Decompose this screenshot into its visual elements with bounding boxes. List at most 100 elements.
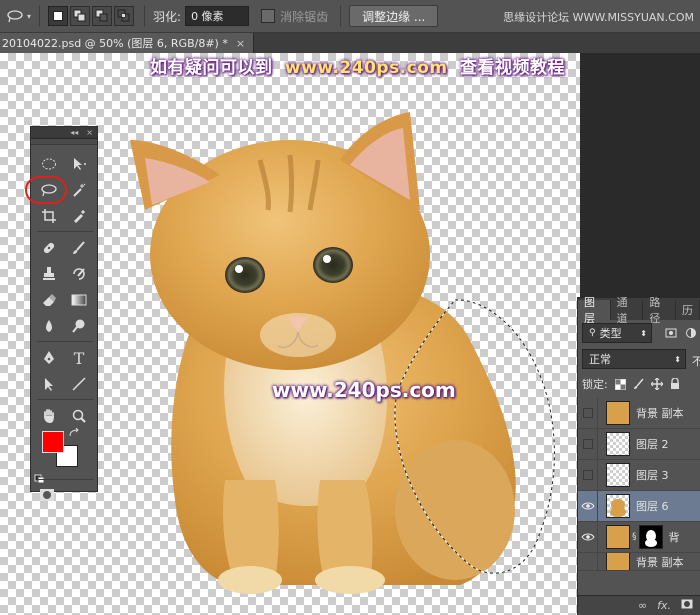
link-layers-icon[interactable]: ∞ <box>638 599 647 612</box>
tab-channels[interactable]: 通道 <box>611 296 644 325</box>
visibility-toggle[interactable] <box>578 459 598 491</box>
move-tool-icon[interactable] <box>67 153 91 175</box>
layer-name: 图层 3 <box>636 469 669 482</box>
tutorial-text-suffix: 查看视频教程 <box>460 58 566 78</box>
tools-panel-header[interactable]: ◂◂ × <box>31 127 97 139</box>
antialias-checkbox[interactable] <box>261 9 276 23</box>
blur-tool-icon[interactable] <box>37 315 61 337</box>
chevron-down-icon: ⬍ <box>640 328 647 338</box>
zoom-tool-icon[interactable] <box>67 405 91 427</box>
lock-row: 锁定: <box>578 372 700 396</box>
eye-icon <box>580 502 595 510</box>
tab-paths[interactable]: 路径 <box>643 296 677 325</box>
layer-filter-row: ⚲ 类型 ⬍ <box>578 320 700 346</box>
layer-thumbnail <box>606 463 630 487</box>
layer-mask-thumbnail[interactable] <box>638 525 663 549</box>
swap-colors-icon[interactable] <box>67 427 81 439</box>
new-selection-mode-button[interactable] <box>48 6 69 26</box>
layer-kind-filter[interactable]: ⚲ 类型 ⬍ <box>582 323 652 343</box>
layer-name: 背景 副本 <box>636 407 684 420</box>
refine-edge-button[interactable]: 调整边缘 ... <box>349 5 439 27</box>
dodge-tool-icon[interactable] <box>67 315 91 337</box>
eyedropper-tool-icon[interactable] <box>67 205 91 227</box>
filter-pixel-icon[interactable] <box>664 326 678 340</box>
layer-row[interactable]: 图层 3 <box>578 459 700 491</box>
clone-stamp-tool-icon[interactable] <box>37 263 61 285</box>
crop-tool-icon[interactable] <box>37 205 61 227</box>
layer-row[interactable]: 背景 副本 <box>578 397 700 429</box>
center-watermark: www.240ps.com <box>272 378 456 402</box>
lock-transparency-icon[interactable] <box>614 377 628 391</box>
divider <box>37 479 93 480</box>
antialias-label: 消除锯齿 <box>280 9 329 24</box>
eye-icon <box>580 533 595 541</box>
subtract-from-selection-button[interactable] <box>92 6 113 26</box>
brush-tool-icon[interactable] <box>67 237 91 259</box>
chevron-down-icon: ⬍ <box>674 354 681 364</box>
tools-panel-grip[interactable] <box>31 139 97 145</box>
visibility-toggle[interactable] <box>578 490 598 522</box>
visibility-toggle[interactable] <box>578 553 598 570</box>
document-title: 20104022.psd @ 50% (图层 6, RGB/8#) * <box>2 37 228 50</box>
pen-tool-icon[interactable] <box>37 347 61 369</box>
quick-mask-icon[interactable] <box>35 484 59 506</box>
divider <box>37 341 93 342</box>
type-tool-icon[interactable]: T <box>67 347 91 369</box>
filter-adjustment-icon[interactable] <box>684 326 698 340</box>
marquee-tool-icon[interactable] <box>37 153 61 175</box>
layers-panel-tabs: 图层 通道 路径 历 <box>578 296 700 325</box>
chevron-down-icon[interactable]: ▾ <box>27 12 31 21</box>
divider <box>39 5 41 27</box>
foreground-color-swatch[interactable] <box>42 431 64 453</box>
lasso-tool-preset-icon[interactable] <box>4 5 26 27</box>
close-icon[interactable]: × <box>236 37 245 50</box>
site-watermark: 思缘设计论坛 WWW.MISSYUAN.COM <box>503 11 694 24</box>
blend-row: 正常 ⬍ 不 <box>578 346 700 372</box>
fx-button[interactable]: fx. <box>657 599 671 612</box>
layer-kind-value: 类型 <box>599 327 622 340</box>
add-to-selection-button[interactable] <box>70 6 91 26</box>
tutorial-text-prefix: 如有疑问可以到 <box>150 58 273 78</box>
layer-row-selected[interactable]: 图层 6 <box>578 490 700 522</box>
layer-row[interactable]: 图层 2 <box>578 428 700 460</box>
tutorial-banner: 如有疑问可以到 www.240ps.com 查看视频教程 <box>150 53 565 78</box>
layer-row[interactable]: § 背 <box>578 521 700 553</box>
divider <box>144 5 146 27</box>
layer-name: 图层 6 <box>636 500 669 513</box>
close-icon[interactable]: × <box>86 128 93 137</box>
collapse-icon[interactable]: ◂◂ <box>70 128 78 137</box>
feather-input[interactable]: 0 像素 <box>185 6 250 26</box>
path-selection-tool-icon[interactable] <box>37 373 61 395</box>
gradient-tool-icon[interactable] <box>67 289 91 311</box>
visibility-toggle[interactable] <box>578 521 598 553</box>
layer-thumbnail <box>606 401 630 425</box>
lock-pixels-icon[interactable] <box>632 377 646 391</box>
document-tab[interactable]: 20104022.psd @ 50% (图层 6, RGB/8#) * × <box>0 33 255 53</box>
layers-panel: 图层 通道 路径 历 ⚲ 类型 ⬍ 正常 ⬍ 不 锁定: 背景 副本 图层 2 … <box>577 296 700 615</box>
intersect-selection-button[interactable] <box>114 6 135 26</box>
chain-link-icon: § <box>632 532 637 542</box>
layer-name: 背 <box>668 531 680 544</box>
lock-all-icon[interactable] <box>668 377 682 391</box>
visibility-box <box>582 470 593 480</box>
lock-position-icon[interactable] <box>650 377 664 391</box>
healing-brush-tool-icon[interactable] <box>37 237 61 259</box>
history-brush-tool-icon[interactable] <box>67 263 91 285</box>
layer-name: 图层 2 <box>636 438 669 451</box>
tab-history[interactable]: 历 <box>676 300 700 320</box>
eraser-tool-icon[interactable] <box>37 289 61 311</box>
magic-wand-tool-icon[interactable] <box>67 179 91 201</box>
blend-mode-select[interactable]: 正常 ⬍ <box>582 349 686 369</box>
layer-thumbnail <box>606 525 630 549</box>
tab-layers[interactable]: 图层 <box>578 296 611 325</box>
layer-name: 背景 副本 <box>636 555 684 569</box>
add-mask-icon[interactable] <box>681 599 693 612</box>
hand-tool-icon[interactable] <box>37 405 61 427</box>
layer-row[interactable]: 背景 副本 <box>578 553 700 571</box>
divider <box>37 399 93 400</box>
visibility-toggle[interactable] <box>578 397 598 429</box>
line-tool-icon[interactable] <box>67 373 91 395</box>
opacity-label: 不 <box>692 355 700 368</box>
visibility-toggle[interactable] <box>578 428 598 460</box>
visibility-box <box>582 439 593 449</box>
